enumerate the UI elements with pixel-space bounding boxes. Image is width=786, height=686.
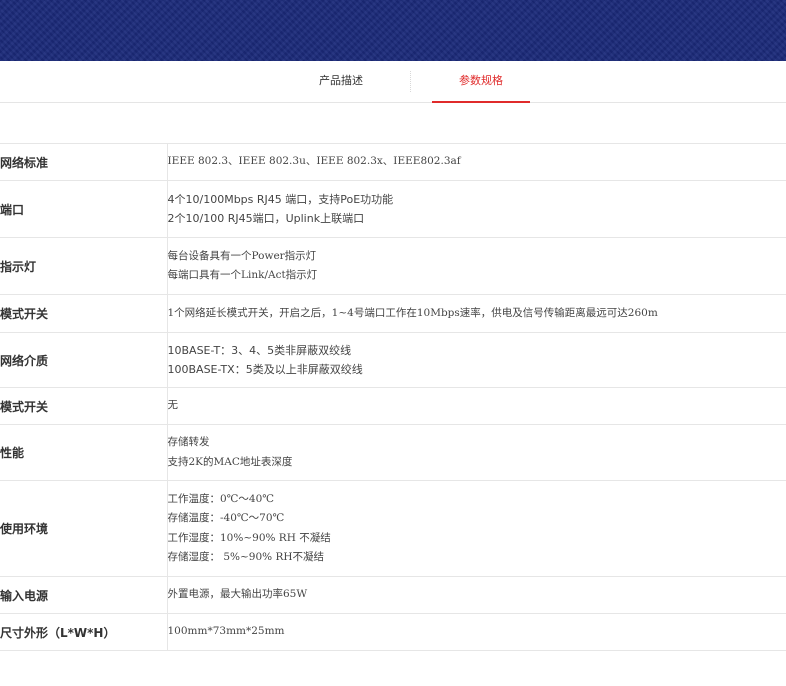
spec-label: 指示灯 xyxy=(0,237,168,295)
spec-value-line: 1个网络延长模式开关，开启之后，1~4号端口工作在10Mbps速率，供电及信号传… xyxy=(167,306,658,319)
spec-label: 网络介质 xyxy=(0,332,168,388)
spec-table: 网络标准 IEEE 802.3、IEEE 802.3u、IEEE 802.3x、… xyxy=(0,143,786,651)
spec-label: 尺寸外形（L*W*H） xyxy=(0,613,168,651)
spec-label: 输入电源 xyxy=(0,576,168,614)
spec-row-indicators: 指示灯 每台设备具有一个Power指示灯 每端口具有一个Link/Act指示灯 xyxy=(0,237,786,295)
spec-row-environment: 使用环境 工作温度：0℃～40℃ 存储温度：-40℃～70℃ 工作湿度：10%~… xyxy=(0,480,786,577)
spec-value: 100mm*73mm*25mm xyxy=(167,613,786,651)
spec-row-network-standard: 网络标准 IEEE 802.3、IEEE 802.3u、IEEE 802.3x、… xyxy=(0,143,786,181)
tab-specifications[interactable]: 参数规格 xyxy=(432,61,530,103)
spec-value: 4个10/100Mbps RJ45 端口，支持PoE功功能 2个10/100 R… xyxy=(167,180,786,238)
spec-value: 外置电源，最大输出功率65W xyxy=(167,576,786,614)
spec-value-line: 10BASE-T：3、4、5类非屏蔽双绞线 xyxy=(167,343,352,357)
spec-value-line: 存储湿度： 5%~90% RH不凝结 xyxy=(167,551,325,563)
header-banner xyxy=(0,0,786,61)
spec-value: 10BASE-T：3、4、5类非屏蔽双绞线 100BASE-TX：5类及以上非屏… xyxy=(167,332,786,388)
spec-value-line: 存储转发 xyxy=(167,436,210,448)
spec-value-line: 每台设备具有一个Power指示灯 xyxy=(167,249,317,262)
spec-value-line: 100BASE-TX：5类及以上非屏蔽双绞线 xyxy=(167,363,363,376)
spec-value-line: 无 xyxy=(167,399,179,412)
spec-label: 使用环境 xyxy=(0,480,168,577)
spec-row-performance: 性能 存储转发 支持2K的MAC地址表深度 xyxy=(0,424,786,481)
spec-row-mode-switch: 模式开关 1个网络延长模式开关，开启之后，1~4号端口工作在10Mbps速率，供… xyxy=(0,294,786,333)
spec-value: 每台设备具有一个Power指示灯 每端口具有一个Link/Act指示灯 xyxy=(167,237,786,295)
spec-value: IEEE 802.3、IEEE 802.3u、IEEE 802.3x、IEEE8… xyxy=(167,143,786,181)
spec-value-line: IEEE 802.3、IEEE 802.3u、IEEE 802.3x、IEEE8… xyxy=(167,155,461,168)
spec-row-mode-switch-2: 模式开关 无 xyxy=(0,387,786,425)
spec-value: 无 xyxy=(167,387,786,425)
spec-value-line: 4个10/100Mbps RJ45 端口，支持PoE功功能 xyxy=(167,192,394,206)
spec-label: 模式开关 xyxy=(0,294,168,333)
spec-row-dimensions: 尺寸外形（L*W*H） 100mm*73mm*25mm xyxy=(0,613,786,651)
spec-label: 性能 xyxy=(0,424,168,481)
spec-row-ports: 端口 4个10/100Mbps RJ45 端口，支持PoE功功能 2个10/10… xyxy=(0,180,786,238)
spec-value-line: 外置电源，最大输出功率65W xyxy=(167,588,308,601)
spec-value-line: 工作湿度：10%~90% RH 不凝结 xyxy=(167,531,331,544)
spec-value-line: 2个10/100 RJ45端口，Uplink上联端口 xyxy=(167,212,365,225)
tab-product-description[interactable]: 产品描述 xyxy=(300,61,382,102)
spec-row-power-input: 输入电源 外置电源，最大输出功率65W xyxy=(0,576,786,614)
spec-value: 存储转发 支持2K的MAC地址表深度 xyxy=(167,424,786,481)
spec-label: 模式开关 xyxy=(0,387,168,425)
spec-value: 1个网络延长模式开关，开启之后，1~4号端口工作在10Mbps速率，供电及信号传… xyxy=(167,294,786,333)
tab-divider xyxy=(410,71,411,92)
spec-value-line: 工作温度：0℃～40℃ xyxy=(167,492,275,505)
spec-label: 网络标准 xyxy=(0,143,168,181)
spec-value-line: 支持2K的MAC地址表深度 xyxy=(167,455,293,468)
spec-value-line: 存储温度：-40℃～70℃ xyxy=(167,512,285,524)
spec-value-line: 100mm*73mm*25mm xyxy=(167,625,285,638)
tab-bar: 产品描述 参数规格 xyxy=(0,61,786,103)
spec-row-network-media: 网络介质 10BASE-T：3、4、5类非屏蔽双绞线 100BASE-TX：5类… xyxy=(0,332,786,388)
spec-value: 工作温度：0℃～40℃ 存储温度：-40℃～70℃ 工作湿度：10%~90% R… xyxy=(167,480,786,577)
spec-value-line: 每端口具有一个Link/Act指示灯 xyxy=(167,269,318,281)
spec-label: 端口 xyxy=(0,180,168,238)
